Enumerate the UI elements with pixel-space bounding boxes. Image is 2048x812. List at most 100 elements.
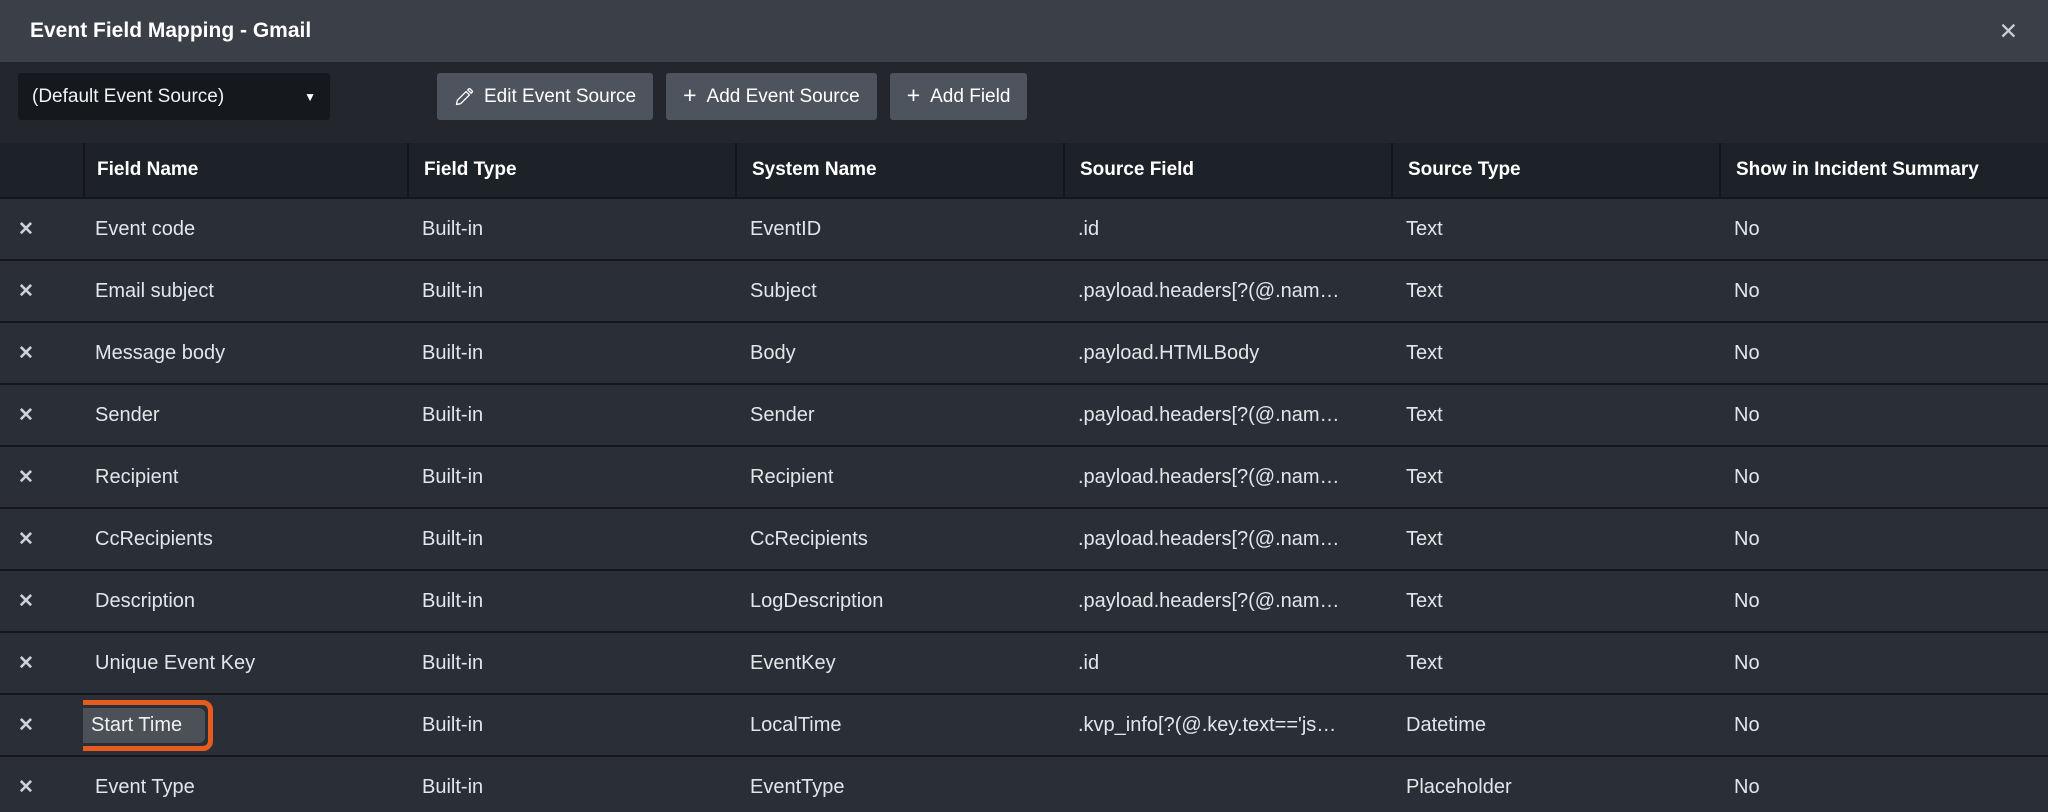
highlight-annotation: CcRecipients <box>95 528 213 551</box>
field-name-cell: Sender <box>83 404 407 427</box>
field-type-cell: Built-in <box>407 652 735 675</box>
delete-row-icon[interactable]: ✕ <box>18 592 34 611</box>
system-name-value: LocalTime <box>750 714 842 737</box>
show-in-incident-summary-cell: No <box>1719 218 2048 241</box>
table-header-row: Field Name Field Type System Name Source… <box>0 143 2048 199</box>
delete-row-icon[interactable]: ✕ <box>18 468 34 487</box>
source-field-value: .payload.HTMLBody <box>1078 342 1259 365</box>
field-name-value[interactable]: Message body <box>95 342 225 365</box>
field-mapping-table: Field Name Field Type System Name Source… <box>0 143 2048 812</box>
table-row: ✕ Recipient Built-in Recipient .payload.… <box>0 447 2048 509</box>
field-type-cell: Built-in <box>407 466 735 489</box>
add-field-button[interactable]: + Add Field <box>890 73 1028 120</box>
table-body: ✕ Event code Built-in EventID .id Text N… <box>0 199 2048 812</box>
delete-row-icon[interactable]: ✕ <box>18 406 34 425</box>
system-name-cell: Subject <box>735 280 1063 303</box>
table-row: ✕ Event code Built-in EventID .id Text N… <box>0 199 2048 261</box>
chevron-down-icon: ▼ <box>304 90 316 104</box>
column-header-system-name: System Name <box>735 143 1063 197</box>
add-field-label: Add Field <box>930 86 1010 108</box>
column-header-field-type: Field Type <box>407 143 735 197</box>
show-in-incident-summary-cell: No <box>1719 280 2048 303</box>
delete-row-icon[interactable]: ✕ <box>18 282 34 301</box>
show-in-incident-summary-cell: No <box>1719 466 2048 489</box>
system-name-value: EventID <box>750 218 821 241</box>
show-in-incident-summary-value: No <box>1734 466 1760 489</box>
show-in-incident-summary-cell: No <box>1719 652 2048 675</box>
delete-cell: ✕ <box>0 654 83 673</box>
system-name-value: EventKey <box>750 652 836 675</box>
toolbar: (Default Event Source) ▼ Edit Event Sour… <box>0 73 2048 120</box>
source-field-cell: .id <box>1063 652 1391 675</box>
show-in-incident-summary-cell: No <box>1719 776 2048 799</box>
field-type-cell: Built-in <box>407 342 735 365</box>
show-in-incident-summary-value: No <box>1734 280 1760 303</box>
delete-row-icon[interactable]: ✕ <box>18 716 34 735</box>
source-type-cell: Text <box>1391 218 1719 241</box>
field-name-cell: Start Time <box>83 700 407 751</box>
source-type-value: Datetime <box>1406 714 1486 737</box>
system-name-cell: EventType <box>735 776 1063 799</box>
event-source-select[interactable]: (Default Event Source) ▼ <box>18 73 330 120</box>
column-header-source-type: Source Type <box>1391 143 1719 197</box>
source-type-cell: Text <box>1391 466 1719 489</box>
show-in-incident-summary-cell: No <box>1719 404 2048 427</box>
source-field-value: .id <box>1078 218 1099 241</box>
field-name-value[interactable]: CcRecipients <box>95 528 213 551</box>
field-name-value[interactable]: Sender <box>95 404 160 427</box>
delete-row-icon[interactable]: ✕ <box>18 344 34 363</box>
system-name-value: Sender <box>750 404 815 427</box>
field-name-cell: Unique Event Key <box>83 652 407 675</box>
plus-icon: + <box>907 84 920 107</box>
source-field-cell: .kvp_info[?(@.key.text=='js… <box>1063 714 1391 737</box>
field-type-value: Built-in <box>422 404 483 427</box>
delete-row-icon[interactable]: ✕ <box>18 778 34 797</box>
show-in-incident-summary-value: No <box>1734 590 1760 613</box>
source-type-cell: Datetime <box>1391 714 1719 737</box>
add-event-source-button[interactable]: + Add Event Source <box>666 73 877 120</box>
field-name-value[interactable]: Event Type <box>95 776 195 799</box>
source-field-value: .payload.headers[?(@.nam… <box>1078 466 1340 489</box>
field-type-value: Built-in <box>422 528 483 551</box>
highlight-annotation: Event code <box>95 218 195 241</box>
delete-row-icon[interactable]: ✕ <box>18 530 34 549</box>
delete-row-icon[interactable]: ✕ <box>18 654 34 673</box>
system-name-value: Subject <box>750 280 817 303</box>
delete-cell: ✕ <box>0 220 83 239</box>
field-type-cell: Built-in <box>407 280 735 303</box>
edit-event-source-button[interactable]: Edit Event Source <box>437 73 653 120</box>
system-name-cell: Body <box>735 342 1063 365</box>
plus-icon: + <box>683 84 696 107</box>
source-field-cell: .payload.headers[?(@.nam… <box>1063 466 1391 489</box>
source-field-cell: .id <box>1063 218 1391 241</box>
show-in-incident-summary-cell: No <box>1719 714 2048 737</box>
show-in-incident-summary-cell: No <box>1719 342 2048 365</box>
field-type-value: Built-in <box>422 590 483 613</box>
system-name-cell: CcRecipients <box>735 528 1063 551</box>
source-type-cell: Text <box>1391 652 1719 675</box>
source-field-value: .id <box>1078 652 1099 675</box>
field-name-value[interactable]: Recipient <box>95 466 178 489</box>
field-name-value[interactable]: Event code <box>95 218 195 241</box>
system-name-value: Recipient <box>750 466 833 489</box>
source-type-value: Text <box>1406 528 1443 551</box>
close-icon[interactable]: ✕ <box>1999 20 2018 43</box>
system-name-cell: Sender <box>735 404 1063 427</box>
column-header-source-field: Source Field <box>1063 143 1391 197</box>
field-name-value[interactable]: Description <box>95 590 195 613</box>
column-header-field-name: Field Name <box>83 143 407 197</box>
field-name-value[interactable]: Start Time <box>83 708 205 743</box>
field-name-cell: Event code <box>83 218 407 241</box>
field-name-value[interactable]: Unique Event Key <box>95 652 255 675</box>
delete-row-icon[interactable]: ✕ <box>18 220 34 239</box>
pencil-icon <box>454 87 474 107</box>
field-type-value: Built-in <box>422 342 483 365</box>
table-row: ✕ Description Built-in LogDescription .p… <box>0 571 2048 633</box>
field-type-cell: Built-in <box>407 776 735 799</box>
highlight-annotation: Email subject <box>95 280 214 303</box>
delete-cell: ✕ <box>0 592 83 611</box>
source-field-value: .payload.headers[?(@.nam… <box>1078 528 1340 551</box>
source-type-value: Text <box>1406 652 1443 675</box>
table-row: ✕ Message body Built-in Body .payload.HT… <box>0 323 2048 385</box>
field-name-value[interactable]: Email subject <box>95 280 214 303</box>
